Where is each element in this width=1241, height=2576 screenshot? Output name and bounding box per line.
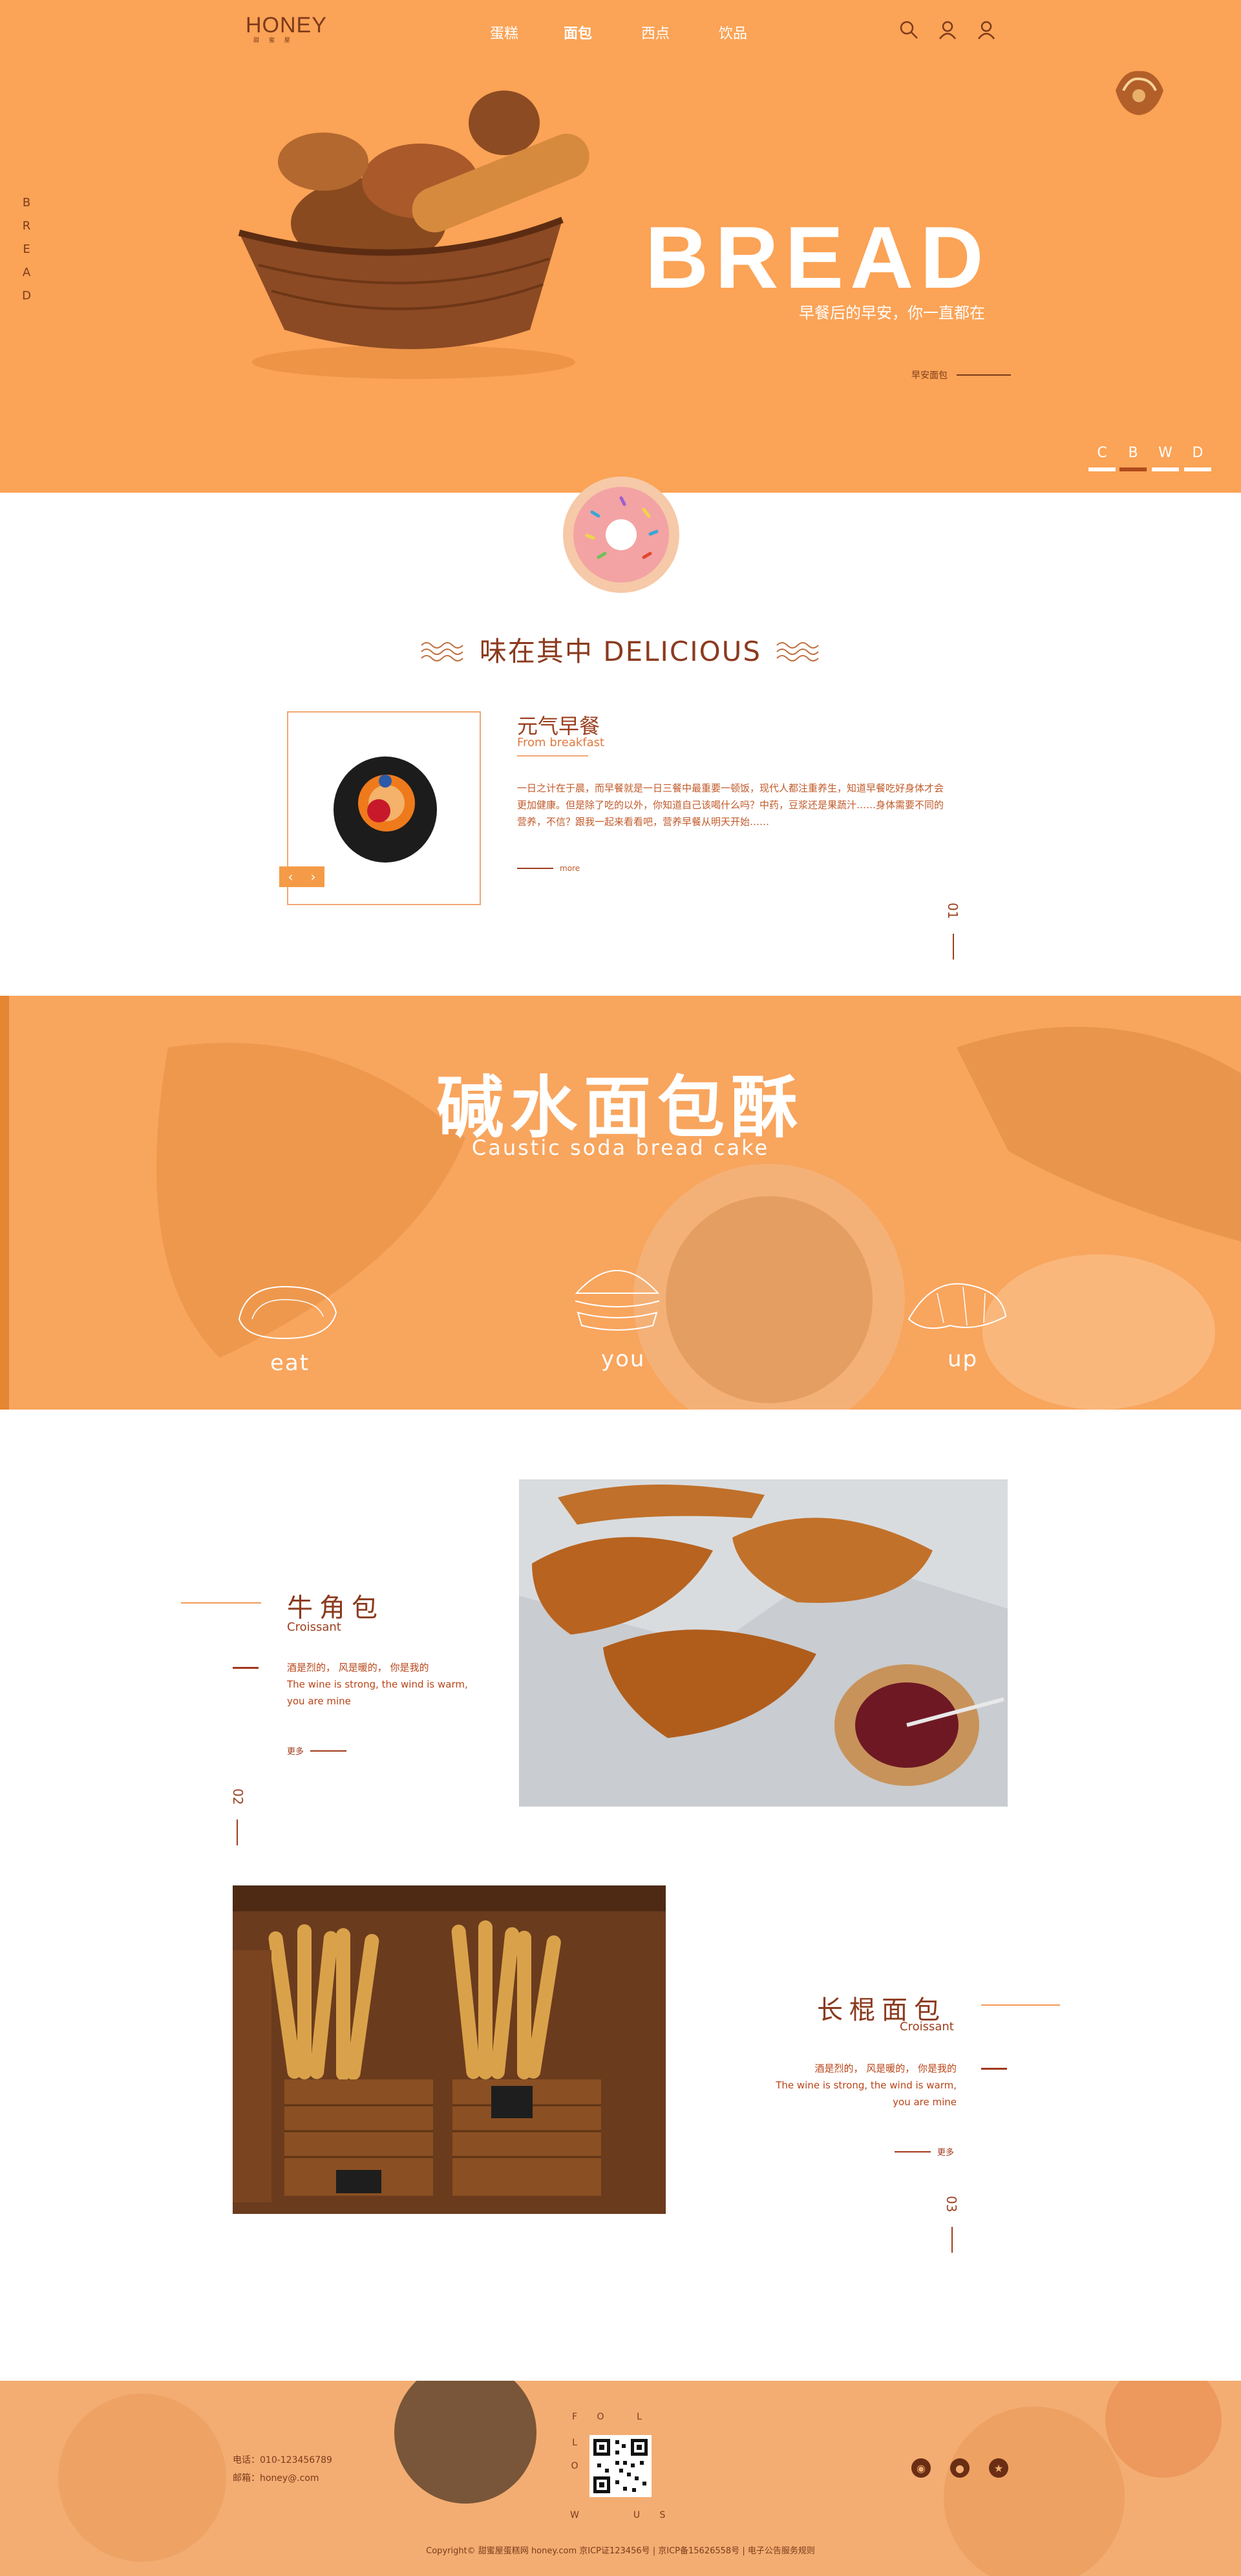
desc-line: 酒是烈的， 风是暖的， 你是我的 bbox=[814, 2063, 957, 2074]
hero-title: BREAD bbox=[645, 208, 990, 306]
slide-tab-label: C bbox=[1097, 445, 1107, 461]
user-icon[interactable] bbox=[937, 19, 958, 40]
baguette-more-link[interactable]: 更多 bbox=[895, 2145, 954, 2158]
nav-western-pastry[interactable]: 西点 bbox=[641, 22, 670, 43]
follow-letter: L bbox=[572, 2438, 577, 2448]
divider bbox=[181, 1602, 261, 1604]
breakfast-more-link[interactable]: more bbox=[517, 864, 580, 873]
divider bbox=[233, 1667, 259, 1669]
pastry-icon bbox=[1116, 70, 1163, 115]
croissant-more-link[interactable]: 更多 bbox=[287, 1744, 347, 1757]
desc-line: The wine is strong, the wind is warm, bbox=[287, 1679, 468, 1690]
side-letter: R bbox=[22, 219, 31, 233]
qq-icon[interactable]: ● bbox=[950, 2458, 970, 2478]
croissant-sketch-icon bbox=[907, 1283, 1007, 1329]
star-icon[interactable]: ★ bbox=[989, 2458, 1008, 2478]
arrow-line-icon bbox=[895, 2151, 931, 2152]
footer-phone: 电话：010-123456789 bbox=[233, 2455, 332, 2465]
croissant-photo bbox=[519, 1479, 1008, 1807]
burger-sketch-icon bbox=[575, 1270, 660, 1331]
banner-word-eat: eat bbox=[270, 1350, 310, 1376]
hero-section bbox=[0, 0, 1241, 493]
breakfast-description: 一日之计在于晨，而早餐就是一日三餐中最重要一顿饭，现代人都注重养生，知道早餐吃好… bbox=[517, 782, 944, 828]
nav-drinks[interactable]: 饮品 bbox=[719, 22, 747, 43]
desc-line: you are mine bbox=[287, 1695, 351, 1707]
slide-tab-label: D bbox=[1192, 445, 1204, 461]
breakfast-subtitle: From breakfast bbox=[517, 736, 605, 749]
logo[interactable]: HONEY 甜 蜜 屋 bbox=[246, 13, 327, 44]
divider bbox=[981, 2068, 1007, 2070]
follow-letter: O bbox=[571, 2461, 578, 2471]
croissant-subtitle: Croissant bbox=[287, 1620, 341, 1634]
wave-deco-icon bbox=[776, 642, 819, 661]
section-title-delicious: 味在其中 DELICIOUS bbox=[479, 636, 762, 667]
banner-word-you: you bbox=[601, 1346, 646, 1372]
index-bar bbox=[951, 2227, 953, 2253]
baguette-description: 酒是烈的， 风是暖的， 你是我的 The wine is strong, the… bbox=[750, 2060, 957, 2110]
more-label: 更多 bbox=[937, 2148, 955, 2158]
hero-more-label: 早安面包 bbox=[911, 370, 948, 381]
side-letter: D bbox=[22, 289, 31, 303]
slide-tab-label: B bbox=[1128, 445, 1138, 461]
account-icon[interactable] bbox=[976, 19, 997, 40]
more-label: 更多 bbox=[287, 1747, 304, 1757]
slide-tab-c[interactable]: C bbox=[1088, 445, 1116, 471]
section-index: 01 bbox=[945, 903, 960, 919]
follow-letter: L bbox=[637, 2412, 642, 2422]
next-arrow-icon[interactable]: › bbox=[311, 869, 316, 885]
arrow-line-icon bbox=[957, 374, 1011, 376]
desc-line: 酒是烈的， 风是暖的， 你是我的 bbox=[287, 1662, 429, 1673]
copyright: Copyright© 甜蜜屋蛋糕网 honey.com 京ICP证123456号… bbox=[426, 2546, 815, 2556]
follow-letter: F bbox=[571, 2412, 578, 2422]
hero-more-link[interactable]: 早安面包 bbox=[911, 369, 1011, 381]
slide-tab-d[interactable]: D bbox=[1184, 445, 1211, 471]
bread-basket-image bbox=[238, 91, 589, 379]
croissant-title: 牛角包 bbox=[287, 1593, 384, 1623]
side-letter: A bbox=[22, 266, 31, 279]
section-index: 03 bbox=[944, 2196, 959, 2213]
footer-email: 邮箱：honey@.com bbox=[233, 2473, 319, 2484]
baguette-photo bbox=[233, 1885, 666, 2214]
weibo-icon[interactable]: ◉ bbox=[911, 2458, 931, 2478]
carousel-arrows: ‹ › bbox=[279, 866, 324, 887]
desc-line: The wine is strong, the wind is warm, bbox=[776, 2079, 957, 2091]
arrow-line-icon bbox=[310, 1750, 347, 1752]
follow-letter: W bbox=[570, 2510, 579, 2520]
banner-word-up: up bbox=[948, 1346, 979, 1372]
side-letter: B bbox=[22, 196, 31, 209]
slide-tab-label: W bbox=[1158, 445, 1172, 461]
desc-line: you are mine bbox=[893, 2096, 957, 2108]
divider bbox=[517, 755, 588, 757]
hero-vertical-word: B R E A D bbox=[22, 191, 31, 308]
search-icon[interactable] bbox=[898, 19, 919, 40]
baguette-subtitle: Croissant bbox=[900, 2020, 954, 2034]
nav-cake[interactable]: 蛋糕 bbox=[490, 22, 518, 43]
follow-letter: O bbox=[597, 2412, 604, 2422]
toast-sketch-icon bbox=[238, 1285, 337, 1340]
hero-subtitle: 早餐后的早安，你一直都在 bbox=[799, 304, 985, 322]
index-bar bbox=[953, 934, 954, 960]
divider bbox=[981, 2004, 1060, 2006]
nav-bread[interactable]: 面包 bbox=[564, 22, 592, 43]
side-letter: E bbox=[23, 242, 30, 256]
donut-image bbox=[563, 477, 679, 593]
arrow-line-icon bbox=[517, 868, 553, 869]
logo-text: HONEY bbox=[246, 13, 327, 38]
prev-arrow-icon[interactable]: ‹ bbox=[288, 869, 293, 885]
follow-letter: U bbox=[633, 2510, 641, 2520]
follow-letter: S bbox=[659, 2510, 666, 2520]
slide-tab-b[interactable]: B bbox=[1119, 445, 1147, 471]
index-bar bbox=[237, 1819, 238, 1845]
slide-tab-w[interactable]: W bbox=[1152, 445, 1179, 471]
banner-subtitle: Caustic soda bread cake bbox=[471, 1135, 770, 1160]
more-label: more bbox=[560, 864, 580, 873]
croissant-description: 酒是烈的， 风是暖的， 你是我的 The wine is strong, the… bbox=[287, 1659, 468, 1710]
section-index: 02 bbox=[230, 1788, 246, 1805]
qr-code-icon[interactable] bbox=[589, 2435, 652, 2497]
